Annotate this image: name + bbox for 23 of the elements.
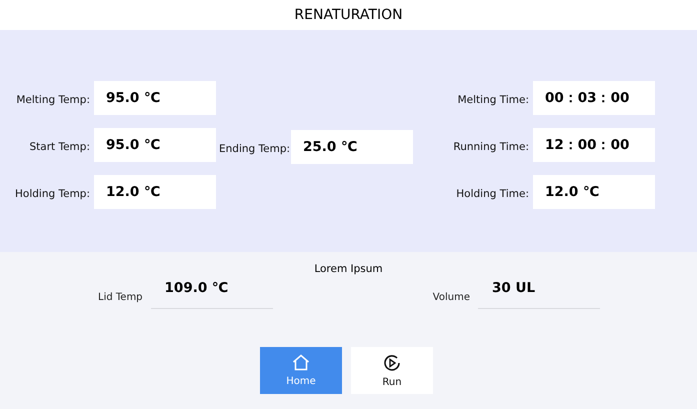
- play-icon: [383, 354, 401, 372]
- value-field[interactable]: 00：03：00: [533, 81, 655, 115]
- field-label: Volume: [432, 292, 470, 305]
- value-field[interactable]: 12.0 ℃: [533, 175, 655, 209]
- home-icon: [292, 354, 310, 371]
- value-field[interactable]: 12：00：00: [533, 128, 655, 162]
- window-title: RENATURATION: [0, 0, 697, 30]
- field-label: Lid Temp: [98, 292, 143, 305]
- value-field[interactable]: 25.0 ℃: [291, 130, 413, 164]
- field-label: Running Time:: [452, 141, 529, 153]
- field-label: Melting Time:: [456, 94, 529, 106]
- value-field[interactable]: 12.0 ℃: [94, 175, 216, 209]
- field-label: Melting Temp:: [15, 94, 90, 106]
- field-label: Start Temp:: [28, 141, 90, 153]
- value-field[interactable]: 109.0 ℃: [150, 274, 273, 309]
- section-title: Lorem Ipsum: [313, 263, 384, 275]
- value-field[interactable]: 30 UL: [478, 274, 600, 309]
- value-field[interactable]: 95.0 ℃: [94, 81, 216, 115]
- run-button[interactable]: Run: [351, 347, 433, 394]
- field-label: Ending Temp:: [219, 143, 287, 155]
- field-label: Holding Time:: [455, 188, 529, 200]
- value-field[interactable]: 95.0 ℃: [94, 128, 216, 162]
- field-label: Holding Temp:: [14, 188, 90, 200]
